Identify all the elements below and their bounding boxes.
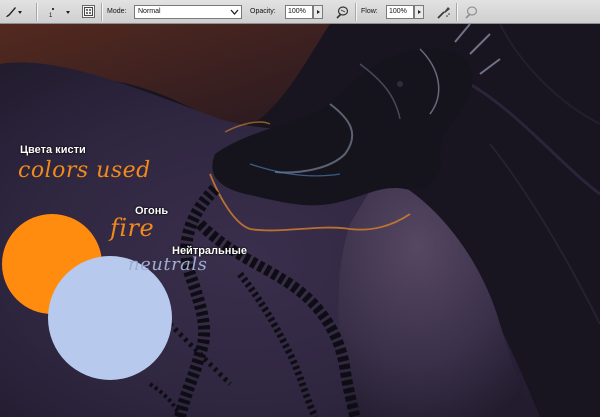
opacity-field[interactable]: 100% [285,5,323,19]
tool-options-bar: 1 Mode: Normal Opacity: 100% Flow: 100% [0,0,600,24]
brush-size-value: 1 [49,13,53,19]
opacity-slider-button[interactable] [313,5,323,19]
document-canvas[interactable]: Цвета кисти colors used Огонь fire Нейтр… [0,24,600,417]
toggle-brush-panel-button[interactable] [82,5,95,18]
brush-tool-preset-picker[interactable] [2,2,24,22]
tablet-pressure-size-icon[interactable] [463,4,479,20]
flow-field[interactable]: 100% [386,5,424,19]
annotation-neutrals: neutrals [128,254,208,275]
chevron-down-icon [18,11,22,14]
canvas-artwork [0,24,600,417]
brush-icon [6,7,16,17]
mode-label: Mode: [107,8,127,15]
annotation-colors-used: colors used [18,158,151,183]
blend-mode-value: Normal [138,8,161,15]
tablet-pressure-opacity-icon[interactable] [334,4,350,20]
flow-value: 100% [389,8,407,15]
separator [36,3,38,21]
separator [355,3,357,21]
annotation-brush-colors: Цвета кисти [20,144,86,156]
airbrush-icon[interactable] [436,4,452,20]
annotation-fire: fire [110,214,155,242]
separator [456,3,458,21]
brush-panel-icon [84,7,93,16]
brush-size-picker[interactable]: 1 [46,3,76,21]
opacity-label: Opacity: [250,8,276,15]
flow-label: Flow: [361,8,378,15]
opacity-value: 100% [288,8,306,15]
photoshop-window: 1 Mode: Normal Opacity: 100% Flow: 100% … [0,0,600,417]
blend-mode-select[interactable]: Normal [134,5,242,19]
flow-slider-button[interactable] [414,5,424,19]
brush-tip-icon [52,8,54,10]
separator [101,3,103,21]
chevron-down-icon [66,11,70,14]
chevron-down-icon [230,9,239,15]
